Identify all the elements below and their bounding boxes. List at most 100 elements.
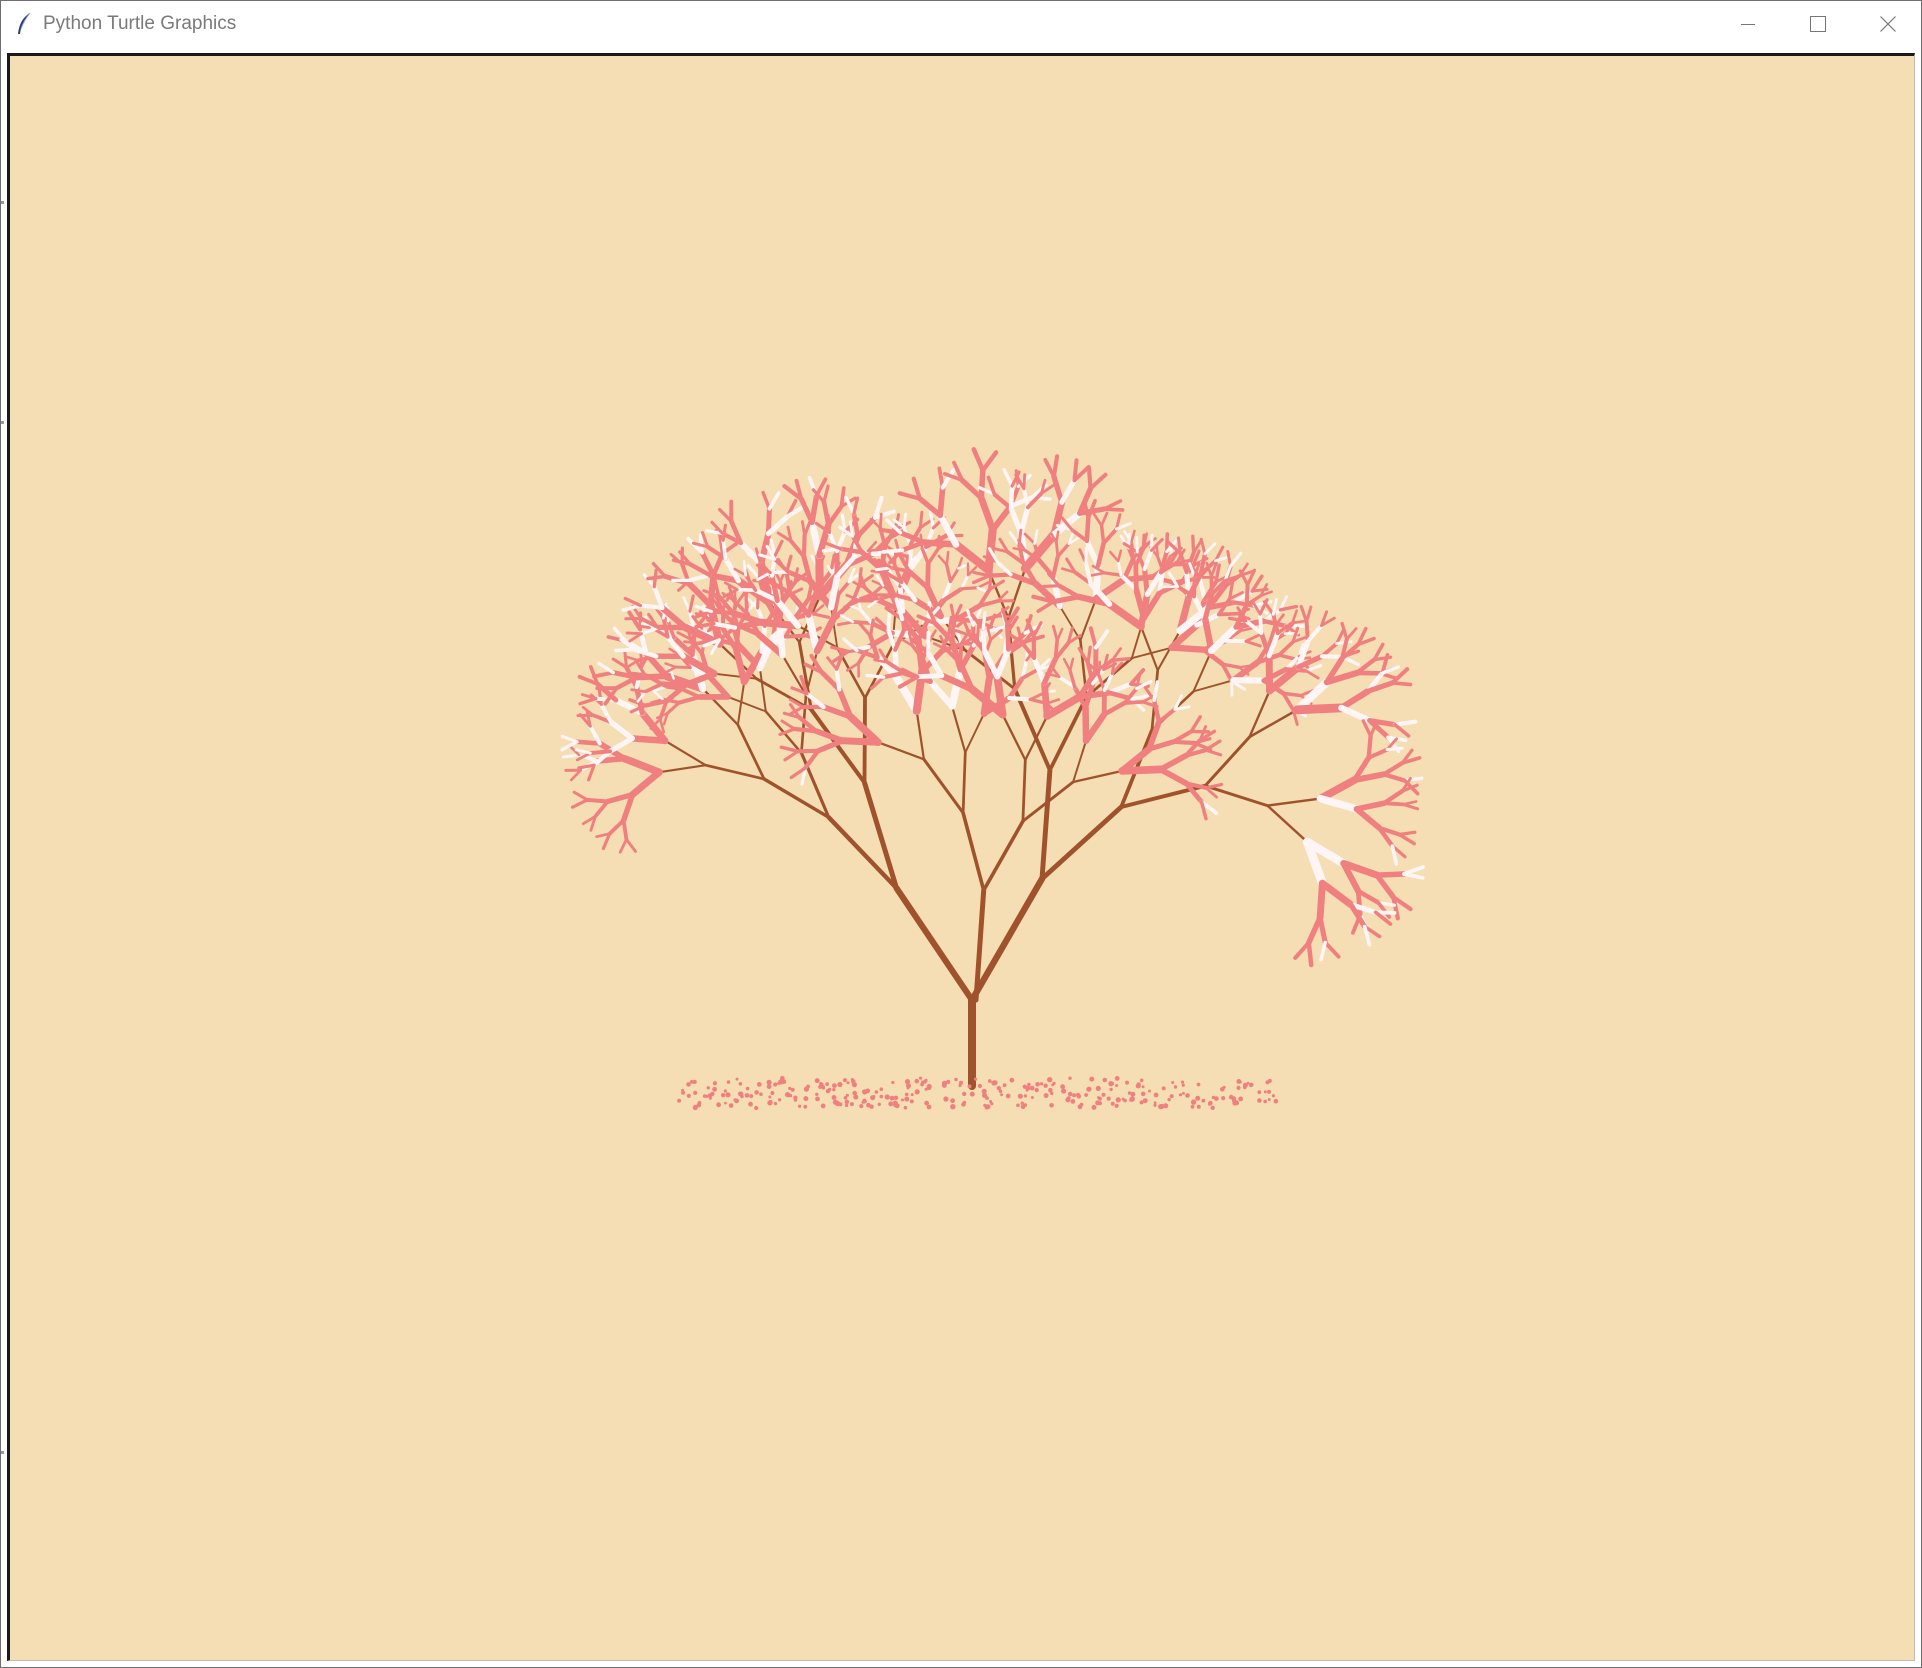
fallen-petal [777,1081,781,1085]
fallen-petal [1125,1080,1129,1085]
close-button[interactable] [1853,1,1922,47]
fallen-petal [1115,1084,1119,1087]
fallen-petal [1101,1092,1106,1097]
blossom [1043,693,1084,720]
maximize-button[interactable] [1783,1,1853,47]
tree-branch [1139,625,1159,672]
blossom [914,673,945,680]
blossom [1036,557,1056,579]
blossom [780,719,797,731]
fallen-petal [1000,1093,1004,1097]
fallen-petal [904,1079,911,1085]
window-title: Python Turtle Graphics [43,13,237,34]
tree-branch [893,885,976,1004]
blossom [1099,523,1106,546]
fallen-petal [838,1102,843,1107]
title-bar[interactable]: Python Turtle Graphics [1,1,1921,47]
fallen-petal [1043,1093,1049,1099]
fallen-petal [1220,1087,1225,1092]
blossom [1142,548,1154,572]
blossom [735,587,758,593]
fallen-petal [849,1102,854,1107]
blossom [592,670,616,679]
blossom [1051,624,1059,643]
fallen-petal [903,1105,908,1110]
blossom [925,561,931,591]
fallen-petal [1236,1085,1241,1090]
blossom [1051,554,1060,579]
blossom [1374,871,1407,878]
fallen-petal [844,1099,850,1105]
blossom [783,749,800,762]
fallen-petal [1263,1090,1267,1094]
fallen-petal [954,1077,958,1082]
blossom [1244,633,1261,643]
blossom [926,677,956,710]
blossom [1305,669,1320,680]
blossom [1005,622,1011,652]
blossom [1397,832,1416,846]
fallen-petal [914,1078,920,1084]
fallen-petal [1185,1093,1190,1098]
turtle-canvas[interactable] [7,53,1915,1661]
blossom [1008,483,1015,511]
blossom [937,484,946,519]
blossom [1151,697,1162,725]
blossom [1277,653,1299,662]
blossom [881,548,905,554]
blossom [638,603,665,610]
blossom [980,626,987,653]
blossom [878,512,883,530]
fallen-petal [1017,1093,1023,1099]
blossom [1306,940,1314,968]
blossom [948,665,965,710]
fallen-petal [901,1098,904,1102]
blossom [937,554,948,567]
blossom [1157,766,1190,787]
blossom [1062,657,1072,672]
blossom [992,492,1014,511]
fallen-petal [990,1102,994,1106]
fallen-petal [904,1092,909,1097]
tree-branch [726,695,767,713]
blossom [1088,626,1098,650]
blossom [621,818,629,842]
blossom [1086,465,1093,491]
blossom [1258,612,1264,635]
fallen-petal [844,1103,849,1108]
fallen-petal [845,1093,850,1097]
blossom [1345,627,1358,641]
blossom [977,494,997,534]
blossom [950,618,957,644]
blossom [1204,739,1222,752]
blossom [580,693,598,701]
fallen-petal [686,1082,691,1087]
blossom [623,650,628,669]
blossom [620,754,663,776]
blossom [560,740,579,752]
tree-branch [736,723,766,781]
blossom [795,748,821,754]
fallen-petal [734,1098,739,1104]
fallen-petal [767,1100,773,1106]
blossom [574,739,603,746]
fallen-petal [1234,1100,1240,1106]
blossom [705,672,731,700]
minimize-button[interactable] [1713,1,1783,47]
blossom [768,570,791,575]
fallen-petal [1108,1081,1114,1087]
fallen-petal [1106,1096,1111,1101]
blossom [1051,473,1065,505]
blossom [1156,707,1177,724]
fallen-petal [777,1098,782,1102]
blossom [1059,477,1078,505]
fallen-petal [1067,1091,1073,1097]
blossom [607,818,626,836]
fallen-petal [1102,1077,1108,1083]
fallen-petal [1060,1084,1065,1090]
blossom [848,520,854,538]
fallen-petal [1027,1082,1031,1087]
fallen-petal [846,1081,850,1085]
fallen-petal [788,1086,792,1090]
fallen-petal [726,1080,731,1084]
